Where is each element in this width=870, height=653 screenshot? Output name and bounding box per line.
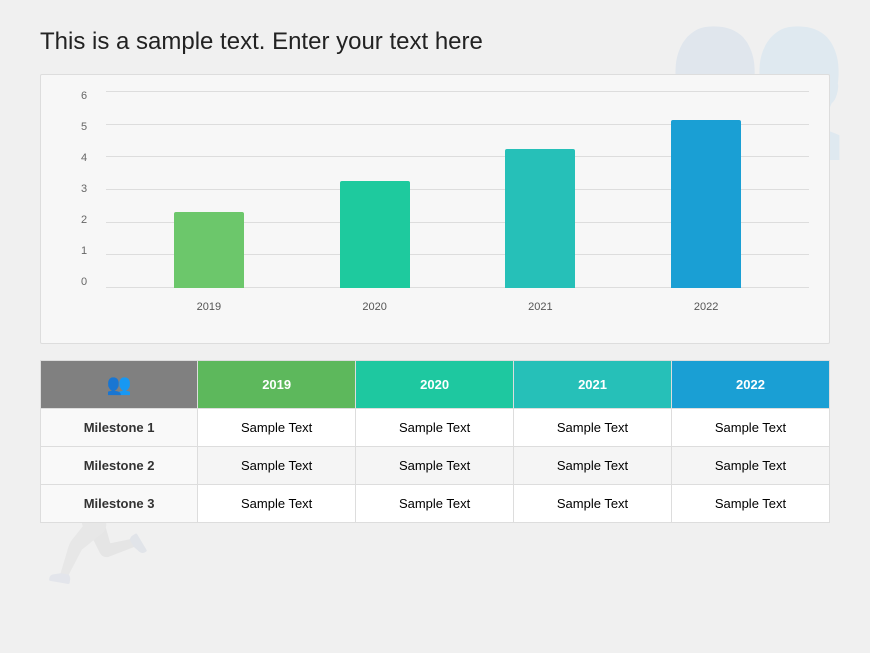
people-icon: 👥	[107, 374, 132, 396]
bar-group	[623, 120, 789, 288]
bar-chart: 0 1 2 3 4 5 6 2019202020212022	[40, 74, 830, 344]
milestone-label: Milestone 3	[41, 485, 198, 523]
x-axis-label: 2021	[458, 301, 624, 313]
x-axis-label: 2019	[126, 301, 292, 313]
chart-bar	[505, 149, 575, 288]
y-axis-label: 5	[81, 122, 87, 133]
table-cell: Sample Text	[672, 447, 830, 485]
table-cell: Sample Text	[356, 485, 514, 523]
chart-bar	[340, 181, 410, 288]
table-cell: Sample Text	[198, 485, 356, 523]
table-cell: Sample Text	[514, 485, 672, 523]
y-axis-label: 6	[81, 91, 87, 102]
table-cell: Sample Text	[514, 447, 672, 485]
y-axis-label: 1	[81, 246, 87, 257]
y-axis-label: 4	[81, 153, 87, 164]
chart-bar	[174, 212, 244, 288]
y-axis-label: 0	[81, 277, 87, 288]
table-row: Milestone 2Sample TextSample TextSample …	[41, 447, 830, 485]
table-cell: Sample Text	[356, 447, 514, 485]
header-icon-cell: 👥	[41, 361, 198, 409]
bar-group	[126, 212, 292, 288]
x-axis-labels: 2019202020212022	[106, 301, 809, 313]
page-title: This is a sample text. Enter your text h…	[40, 28, 830, 56]
header-2019: 2019	[198, 361, 356, 409]
table-cell: Sample Text	[672, 485, 830, 523]
bars-area	[106, 91, 809, 288]
header-2020: 2020	[356, 361, 514, 409]
table-cell: Sample Text	[198, 447, 356, 485]
chart-bar	[671, 120, 741, 288]
table-cell: Sample Text	[356, 409, 514, 447]
table-cell: Sample Text	[672, 409, 830, 447]
header-2022: 2022	[672, 361, 830, 409]
bar-group	[458, 149, 624, 288]
milestone-label: Milestone 2	[41, 447, 198, 485]
bar-group	[292, 181, 458, 288]
y-axis-label: 3	[81, 184, 87, 195]
y-axis: 0 1 2 3 4 5 6	[81, 91, 87, 288]
table-cell: Sample Text	[198, 409, 356, 447]
milestone-table: 👥 2019 2020 2021 2022 Milestone 1Sample …	[40, 360, 830, 523]
header-2021: 2021	[514, 361, 672, 409]
header-row: 👥 2019 2020 2021 2022	[41, 361, 830, 409]
x-axis-label: 2022	[623, 301, 789, 313]
table-body: Milestone 1Sample TextSample TextSample …	[41, 409, 830, 523]
table-cell: Sample Text	[514, 409, 672, 447]
chart-inner: 0 1 2 3 4 5 6 2019202020212022	[81, 91, 809, 313]
table-row: Milestone 3Sample TextSample TextSample …	[41, 485, 830, 523]
table-header: 👥 2019 2020 2021 2022	[41, 361, 830, 409]
main-container: This is a sample text. Enter your text h…	[0, 0, 870, 543]
milestone-label: Milestone 1	[41, 409, 198, 447]
y-axis-label: 2	[81, 215, 87, 226]
table-row: Milestone 1Sample TextSample TextSample …	[41, 409, 830, 447]
x-axis-label: 2020	[292, 301, 458, 313]
